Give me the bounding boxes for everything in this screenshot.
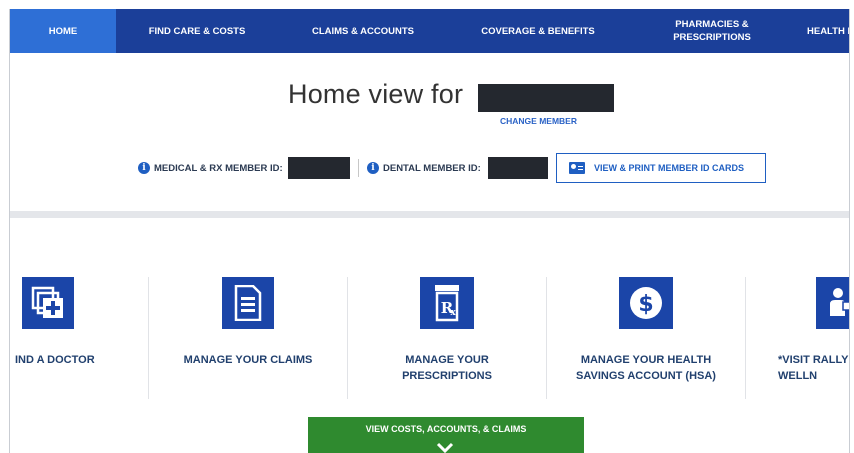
nav-find-care-costs[interactable]: FIND CARE & COSTS: [116, 9, 278, 53]
chevron-down-icon: [436, 442, 454, 453]
nav-claims-label: CLAIMS & ACCOUNTS: [311, 25, 415, 37]
medical-id-group: i MEDICAL & RX MEMBER ID:: [138, 157, 283, 179]
tile-manage-prescriptions-label: MANAGE YOUR PRESCRIPTIONS: [402, 354, 492, 382]
tile-manage-claims-label: MANAGE YOUR CLAIMS: [183, 354, 313, 366]
find-doctor-icon: [22, 277, 74, 329]
svg-text:x: x: [450, 308, 456, 318]
nav-coverage-benefits[interactable]: COVERAGE & BENEFITS: [448, 9, 628, 53]
nav-health-label: HEALTH I: [807, 25, 850, 37]
nav-find-care-label: FIND CARE & COSTS: [148, 25, 246, 37]
section-divider: [10, 211, 849, 218]
id-separator: [358, 159, 359, 177]
tile-find-doctor[interactable]: IND A DOCTOR: [10, 269, 148, 404]
tile-visit-rally[interactable]: *VISIT RALLY WELLN: [746, 269, 849, 404]
tile-manage-hsa[interactable]: $ MANAGE YOUR HEALTH SAVINGS ACCOUNT (HS…: [547, 269, 745, 404]
nav-coverage-label: COVERAGE & BENEFITS: [481, 25, 595, 37]
browser-viewport: HOME FIND CARE & COSTS CLAIMS & ACCOUNTS…: [9, 9, 850, 453]
wellness-person-icon: [816, 277, 849, 329]
medical-id-redacted: [288, 157, 350, 179]
rx-bottle-icon: R x: [420, 277, 474, 329]
info-icon[interactable]: i: [138, 162, 150, 174]
dental-id-group: i DENTAL MEMBER ID:: [367, 157, 481, 179]
svg-text:$: $: [638, 292, 653, 317]
view-costs-label: VIEW COSTS, ACCOUNTS, & CLAIMS: [365, 424, 527, 434]
tile-manage-prescriptions[interactable]: R x MANAGE YOUR PRESCRIPTIONS: [348, 269, 546, 404]
member-name-redacted: [478, 84, 614, 112]
view-print-id-cards-button[interactable]: VIEW & PRINT MEMBER ID CARDS: [556, 153, 766, 183]
tile-manage-claims[interactable]: MANAGE YOUR CLAIMS: [149, 269, 347, 404]
nav-pharmacies-label: PHARMACIES & PRESCRIPTIONS: [673, 19, 751, 43]
main-nav: HOME FIND CARE & COSTS CLAIMS & ACCOUNTS…: [10, 9, 849, 53]
id-card-icon: [569, 162, 585, 174]
nav-pharmacies-prescriptions[interactable]: PHARMACIES & PRESCRIPTIONS: [628, 9, 796, 53]
page-title: Home view for: [288, 79, 464, 109]
nav-claims-accounts[interactable]: CLAIMS & ACCOUNTS: [278, 9, 448, 53]
dollar-icon: $: [619, 277, 673, 329]
medical-rx-id-label: MEDICAL & RX MEMBER ID:: [154, 162, 283, 174]
dental-id-redacted: [488, 157, 548, 179]
dental-id-label: DENTAL MEMBER ID:: [383, 162, 481, 174]
nav-health[interactable]: HEALTH I: [796, 9, 850, 53]
change-member-link[interactable]: CHANGE MEMBER: [500, 116, 577, 126]
tile-manage-hsa-label: MANAGE YOUR HEALTH SAVINGS ACCOUNT (HSA): [576, 354, 716, 382]
view-costs-accounts-claims-button[interactable]: VIEW COSTS, ACCOUNTS, & CLAIMS: [308, 417, 584, 453]
tile-find-doctor-label: IND A DOCTOR: [15, 354, 95, 366]
nav-home-label: HOME: [48, 25, 78, 37]
claims-document-icon: [222, 277, 274, 329]
nav-home[interactable]: HOME: [10, 9, 116, 53]
tile-visit-rally-label: *VISIT RALLY WELLN: [778, 354, 849, 382]
info-icon[interactable]: i: [367, 162, 379, 174]
view-print-id-cards-label: VIEW & PRINT MEMBER ID CARDS: [594, 163, 745, 173]
